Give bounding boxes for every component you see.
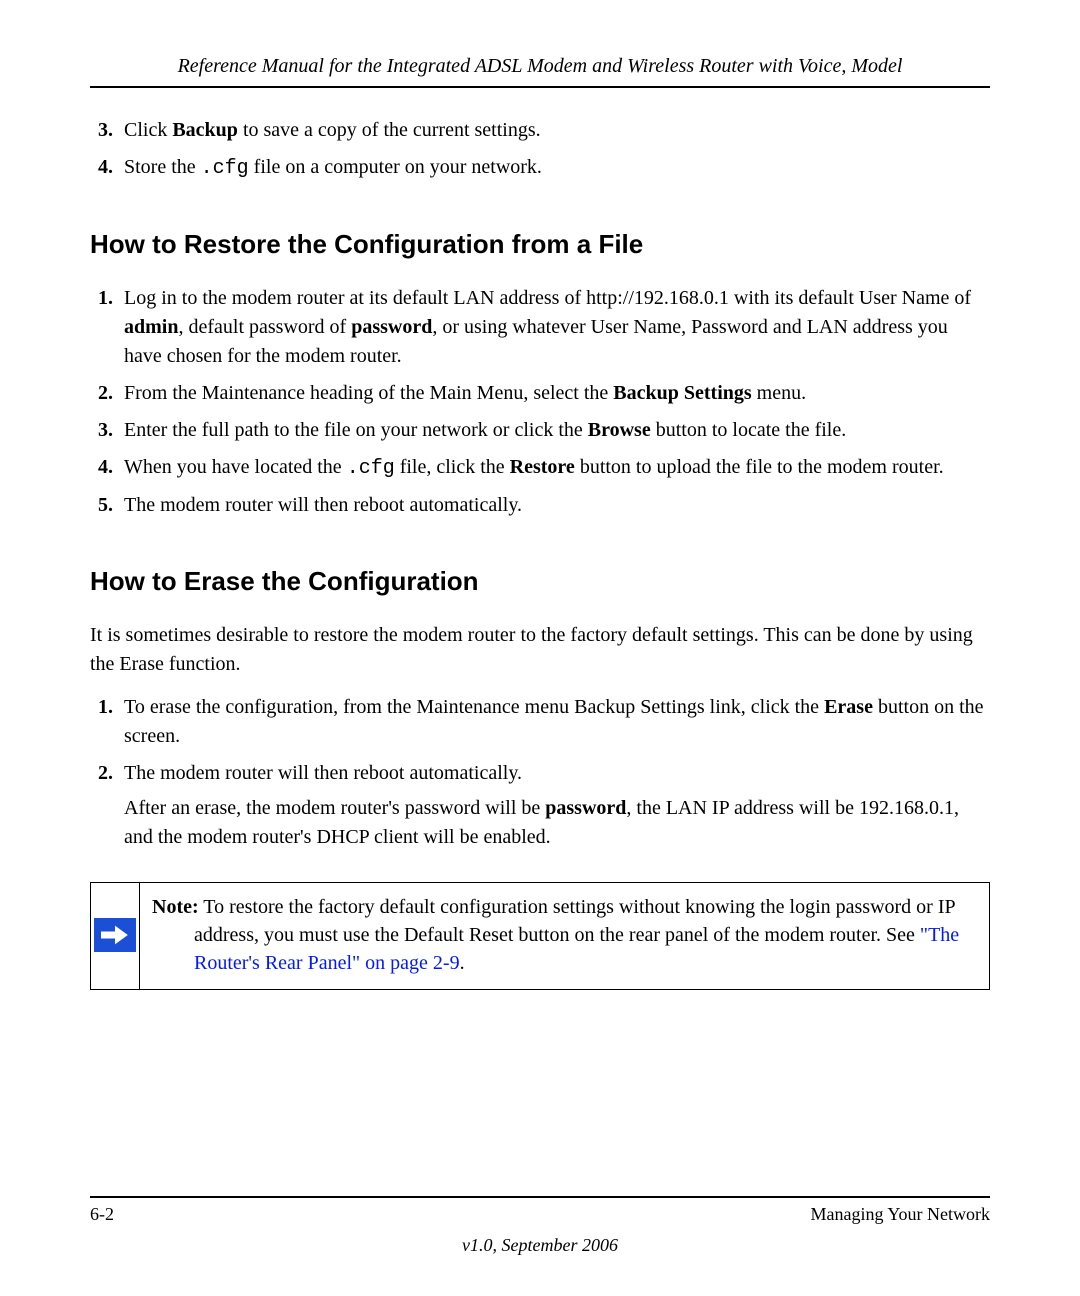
- list-item: When you have located the .cfg file, cli…: [118, 453, 990, 483]
- list-item: Store the .cfg file on a computer on you…: [118, 153, 990, 183]
- running-header: Reference Manual for the Integrated ADSL…: [90, 55, 990, 78]
- header-rule: [90, 86, 990, 88]
- note-body-after: .: [460, 952, 465, 974]
- heading-restore: How to Restore the Configuration from a …: [90, 229, 990, 260]
- list-item-followup: After an erase, the modem router's passw…: [124, 794, 990, 852]
- note-text-cell: Note: To restore the factory default con…: [140, 883, 990, 990]
- restore-steps-list: Log in to the modem router at its defaul…: [90, 284, 990, 520]
- list-item: The modem router will then reboot automa…: [118, 759, 990, 852]
- footer-rule: [90, 1196, 990, 1198]
- arrow-right-icon: [94, 918, 136, 952]
- footer-page-number: 6-2: [90, 1204, 114, 1225]
- note-body-before: To restore the factory default configura…: [194, 896, 955, 946]
- page-footer: 6-2 Managing Your Network v1.0, Septembe…: [90, 1196, 990, 1256]
- footer-version: v1.0, September 2006: [90, 1235, 990, 1256]
- list-item: Click Backup to save a copy of the curre…: [118, 116, 990, 145]
- list-item: The modem router will then reboot automa…: [118, 491, 990, 520]
- list-item: Log in to the modem router at its defaul…: [118, 284, 990, 371]
- list-item: From the Maintenance heading of the Main…: [118, 379, 990, 408]
- erase-steps-list: To erase the configuration, from the Mai…: [90, 693, 990, 852]
- erase-intro: It is sometimes desirable to restore the…: [90, 621, 990, 679]
- list-item: To erase the configuration, from the Mai…: [118, 693, 990, 751]
- footer-chapter: Managing Your Network: [811, 1204, 991, 1225]
- note-label: Note:: [152, 896, 199, 918]
- list-item: Enter the full path to the file on your …: [118, 416, 990, 445]
- note-box: Note: To restore the factory default con…: [90, 882, 990, 990]
- note-icon-cell: [91, 883, 140, 990]
- continuation-list: Click Backup to save a copy of the curre…: [90, 116, 990, 183]
- heading-erase: How to Erase the Configuration: [90, 566, 990, 597]
- page: Reference Manual for the Integrated ADSL…: [0, 0, 1080, 1296]
